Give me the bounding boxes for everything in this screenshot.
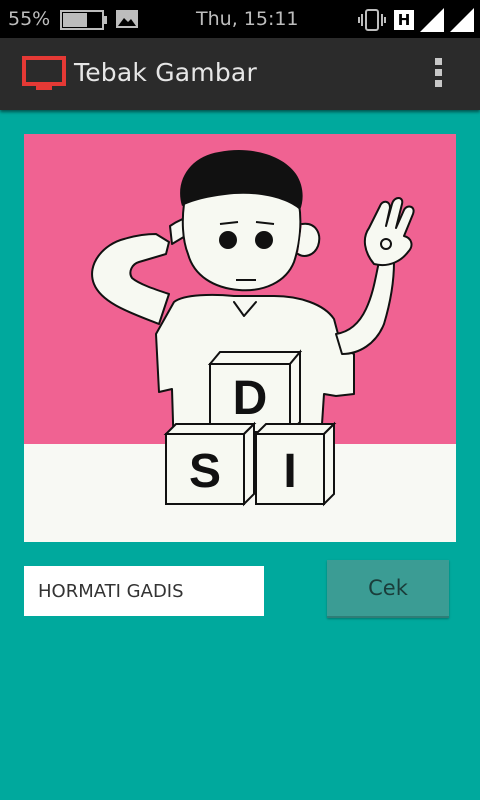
battery-icon [60,10,107,30]
status-bar: 55% Thu, 15:11 H [0,0,480,38]
block-letter-d: D [233,372,268,425]
vibrate-icon [358,9,386,31]
puzzle-image: D S I [24,134,456,542]
gallery-notification-icon [116,10,138,28]
battery-percent: 55% [8,8,51,30]
clock: Thu, 15:11 [196,8,299,30]
signal-icon [420,8,444,32]
hspa-icon: H [394,10,414,30]
answer-input[interactable] [24,566,264,616]
block-letter-i: I [283,445,296,498]
tv-icon [22,56,66,90]
action-bar: Tebak Gambar [0,38,480,110]
app-title: Tebak Gambar [74,58,257,87]
check-button[interactable]: Cek [327,560,449,618]
block-letter-s: S [189,445,221,498]
overflow-menu-icon[interactable] [426,58,450,90]
signal-icon [450,8,474,32]
